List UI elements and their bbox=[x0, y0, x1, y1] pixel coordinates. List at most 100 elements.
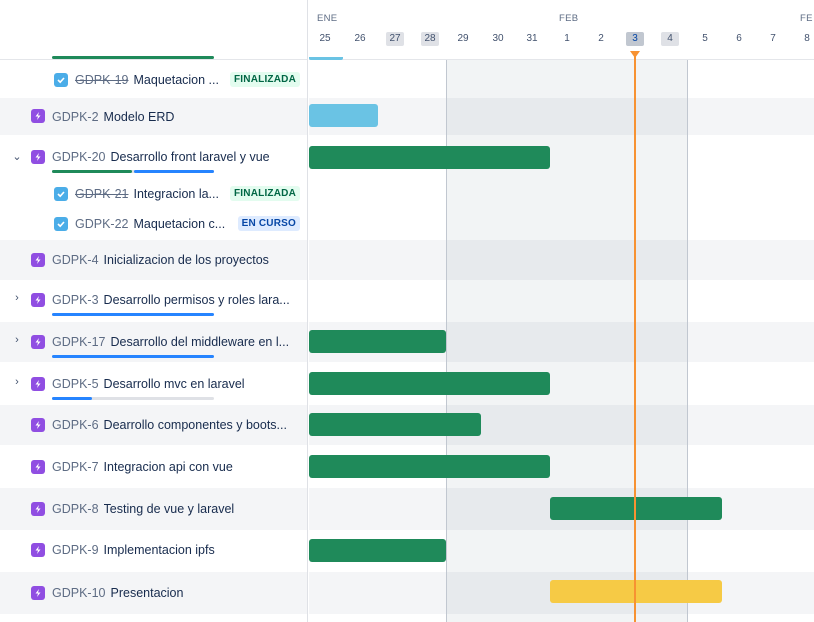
day-label: 8 bbox=[804, 33, 810, 44]
progress-bar bbox=[52, 170, 214, 173]
day-label: 4 bbox=[661, 32, 679, 46]
epic-icon bbox=[31, 335, 45, 349]
issue-key[interactable]: GDPK-2 bbox=[52, 110, 99, 124]
issue-summary[interactable]: Desarrollo del middleware en l... bbox=[111, 335, 290, 349]
day-label: 30 bbox=[492, 33, 504, 44]
day-label: 7 bbox=[770, 33, 776, 44]
issue-summary[interactable]: Maquetacion ... bbox=[134, 73, 219, 87]
issue-key[interactable]: GDPK-6 bbox=[52, 418, 99, 432]
issue-key[interactable]: GDPK-3 bbox=[52, 293, 99, 307]
issue-summary[interactable]: Desarrollo permisos y roles lara... bbox=[104, 293, 290, 307]
issue-row-gdpk-4[interactable]: GDPK-4 Inicializacion de los proyectos bbox=[0, 240, 307, 280]
issue-summary[interactable]: Testing de vue y laravel bbox=[104, 502, 235, 516]
issue-row-gdpk-2[interactable]: GDPK-2 Modelo ERD bbox=[0, 98, 307, 135]
epic-icon bbox=[31, 109, 45, 123]
issue-summary[interactable]: Integracion api con vue bbox=[104, 460, 233, 474]
epic-icon bbox=[31, 586, 45, 600]
progress-bar bbox=[52, 355, 214, 358]
day-label: 29 bbox=[457, 33, 469, 44]
month-label: FE bbox=[800, 13, 813, 24]
day-label: 5 bbox=[702, 33, 708, 44]
epic-icon bbox=[31, 418, 45, 432]
issue-summary[interactable]: Desarrollo mvc en laravel bbox=[104, 377, 245, 391]
epic-icon bbox=[31, 377, 45, 391]
timeline-bar-gdpk-20[interactable] bbox=[309, 146, 550, 169]
day-label: 27 bbox=[386, 32, 404, 46]
epic-icon bbox=[31, 543, 45, 557]
epic-icon bbox=[31, 460, 45, 474]
day-label: 28 bbox=[421, 32, 439, 46]
issue-key[interactable]: GDPK-7 bbox=[52, 460, 99, 474]
period-divider bbox=[446, 0, 447, 622]
issue-row-gdpk-3[interactable]: › GDPK-3 Desarrollo permisos y roles lar… bbox=[0, 283, 307, 317]
timeline-panel: ENE FEB FE 25 26 27 28 29 30 31 1 2 3 4 … bbox=[309, 0, 814, 622]
epic-icon bbox=[31, 150, 45, 164]
timeline-bar-gdpk-5[interactable] bbox=[309, 372, 550, 395]
issue-key[interactable]: GDPK-9 bbox=[52, 543, 99, 557]
issue-list-panel: GDPK-19 Maquetacion ... FINALIZADA GDPK-… bbox=[0, 0, 308, 622]
chevron-right-icon[interactable]: › bbox=[12, 292, 22, 304]
timeline-bar-gdpk-17[interactable] bbox=[309, 330, 446, 353]
timeline-bar-gdpk-2[interactable] bbox=[309, 104, 378, 127]
timeline-bar-gdpk-7[interactable] bbox=[309, 455, 550, 478]
issue-row-gdpk-20[interactable]: ⌄ GDPK-20 Desarrollo front laravel y vue bbox=[0, 140, 307, 174]
issue-row-gdpk-21[interactable]: GDPK-21 Integracion la... FINALIZADA bbox=[0, 177, 307, 211]
today-marker-icon bbox=[630, 51, 640, 58]
issue-key[interactable]: GDPK-4 bbox=[52, 253, 99, 267]
timeline-header: ENE FEB FE 25 26 27 28 29 30 31 1 2 3 4 … bbox=[309, 0, 814, 60]
issue-summary[interactable]: Presentacion bbox=[111, 586, 184, 600]
roadmap-view: GDPK-19 Maquetacion ... FINALIZADA GDPK-… bbox=[0, 0, 814, 622]
issue-row-gdpk-8[interactable]: GDPK-8 Testing de vue y laravel bbox=[0, 488, 307, 530]
chevron-right-icon[interactable]: › bbox=[12, 334, 22, 346]
today-line bbox=[634, 55, 636, 622]
chevron-down-icon[interactable]: ⌄ bbox=[12, 150, 22, 163]
issue-key[interactable]: GDPK-20 bbox=[52, 150, 106, 164]
day-label: 2 bbox=[598, 33, 604, 44]
issue-key[interactable]: GDPK-10 bbox=[52, 586, 106, 600]
epic-icon bbox=[31, 253, 45, 267]
issue-row-gdpk-10[interactable]: GDPK-10 Presentacion bbox=[0, 572, 307, 614]
current-sprint-shade bbox=[446, 0, 687, 622]
month-label: FEB bbox=[559, 13, 579, 24]
progress-bar bbox=[52, 397, 214, 400]
task-checkbox-icon bbox=[54, 73, 68, 87]
timeline-bar-gdpk-8[interactable] bbox=[550, 497, 722, 520]
issue-key[interactable]: GDPK-21 bbox=[75, 187, 129, 201]
issue-list-header bbox=[0, 0, 307, 60]
issue-key[interactable]: GDPK-19 bbox=[75, 73, 129, 87]
issue-row-gdpk-17[interactable]: › GDPK-17 Desarrollo del middleware en l… bbox=[0, 322, 307, 362]
progress-bar bbox=[52, 56, 214, 59]
timeline-bar-gdpk-10[interactable] bbox=[550, 580, 722, 603]
issue-row-gdpk-19[interactable]: GDPK-19 Maquetacion ... FINALIZADA bbox=[0, 63, 307, 97]
issue-key[interactable]: GDPK-5 bbox=[52, 377, 99, 391]
day-label: 1 bbox=[564, 33, 570, 44]
issue-row-gdpk-6[interactable]: GDPK-6 Dearrollo componentes y boots... bbox=[0, 405, 307, 445]
issue-summary[interactable]: Inicializacion de los proyectos bbox=[104, 253, 269, 267]
issue-summary[interactable]: Desarrollo front laravel y vue bbox=[111, 150, 270, 164]
issue-summary[interactable]: Integracion la... bbox=[134, 187, 219, 201]
day-label: 26 bbox=[354, 33, 366, 44]
issue-key[interactable]: GDPK-22 bbox=[75, 217, 129, 231]
day-label: 31 bbox=[526, 33, 538, 44]
progress-bar bbox=[52, 313, 214, 316]
issue-summary[interactable]: Maquetacion c... bbox=[134, 217, 226, 231]
timeline-bar-gdpk-9[interactable] bbox=[309, 539, 446, 562]
task-checkbox-icon bbox=[54, 187, 68, 201]
issue-row-gdpk-22[interactable]: GDPK-22 Maquetacion c... EN CURSO bbox=[0, 207, 307, 241]
status-badge: FINALIZADA bbox=[230, 72, 300, 87]
issue-key[interactable]: GDPK-17 bbox=[52, 335, 106, 349]
timeline-bar-gdpk-18[interactable] bbox=[309, 57, 343, 60]
issue-key[interactable]: GDPK-8 bbox=[52, 502, 99, 516]
issue-summary[interactable]: Implementacion ipfs bbox=[104, 543, 215, 557]
timeline-bar-gdpk-6[interactable] bbox=[309, 413, 481, 436]
day-label: 6 bbox=[736, 33, 742, 44]
issue-summary[interactable]: Dearrollo componentes y boots... bbox=[104, 418, 287, 432]
period-divider bbox=[687, 0, 688, 622]
issue-summary[interactable]: Modelo ERD bbox=[104, 110, 175, 124]
today-day-label: 3 bbox=[626, 32, 644, 46]
issue-row-gdpk-9[interactable]: GDPK-9 Implementacion ipfs bbox=[0, 533, 307, 567]
chevron-right-icon[interactable]: › bbox=[12, 376, 22, 388]
issue-row-gdpk-7[interactable]: GDPK-7 Integracion api con vue bbox=[0, 450, 307, 484]
epic-icon bbox=[31, 502, 45, 516]
issue-row-gdpk-5[interactable]: › GDPK-5 Desarrollo mvc en laravel bbox=[0, 367, 307, 401]
